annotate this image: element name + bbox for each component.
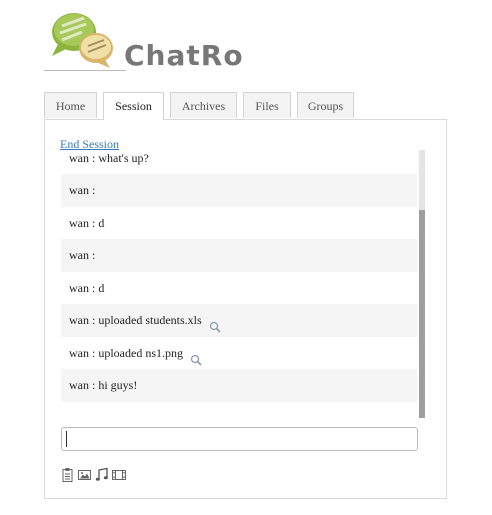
- list-item: wan : uploaded students.xls: [61, 304, 417, 337]
- message-text: wan : uploaded students.xls: [69, 313, 202, 327]
- app-title: ChatRo: [124, 39, 244, 72]
- message-text: wan : hi guys!: [69, 378, 138, 392]
- tab-files[interactable]: Files: [243, 92, 291, 118]
- message-input[interactable]: [61, 427, 418, 451]
- yellow-bubble-icon: [79, 33, 113, 68]
- message-text: wan : what's up?: [69, 151, 149, 165]
- message-text: wan : d: [69, 215, 105, 230]
- tab-home[interactable]: Home: [44, 92, 97, 118]
- tab-session[interactable]: Session: [103, 92, 164, 120]
- logo-underline: [44, 70, 126, 71]
- list-item: wan :: [61, 174, 417, 207]
- tab-groups[interactable]: Groups: [297, 92, 354, 118]
- image-icon[interactable]: [77, 467, 93, 483]
- list-item: wan : uploaded ns1.png: [61, 337, 417, 370]
- video-icon[interactable]: [111, 467, 127, 483]
- message-text: wan :: [69, 248, 96, 262]
- magnifier-icon[interactable]: [209, 313, 221, 333]
- message-text: wan :: [69, 183, 96, 197]
- list-item: wan :: [61, 239, 417, 272]
- list-item: wan : d: [61, 207, 417, 240]
- tab-archives[interactable]: Archives: [170, 92, 237, 118]
- message-text: wan : d: [69, 280, 105, 295]
- magnifier-icon[interactable]: [190, 346, 202, 366]
- message-list: wan : what's up? wan : wan : d wan : wan…: [61, 148, 417, 402]
- message-text: wan : uploaded ns1.png: [69, 345, 183, 360]
- text-caret: [66, 431, 67, 447]
- message-scrollbar[interactable]: [419, 150, 425, 418]
- list-item: wan : d: [61, 272, 417, 305]
- list-item: wan : what's up?: [61, 148, 417, 174]
- clipboard-icon[interactable]: [61, 467, 75, 483]
- list-item: wan : hi guys!: [61, 369, 417, 402]
- scrollbar-thumb[interactable]: [419, 210, 425, 418]
- music-icon[interactable]: [94, 467, 110, 483]
